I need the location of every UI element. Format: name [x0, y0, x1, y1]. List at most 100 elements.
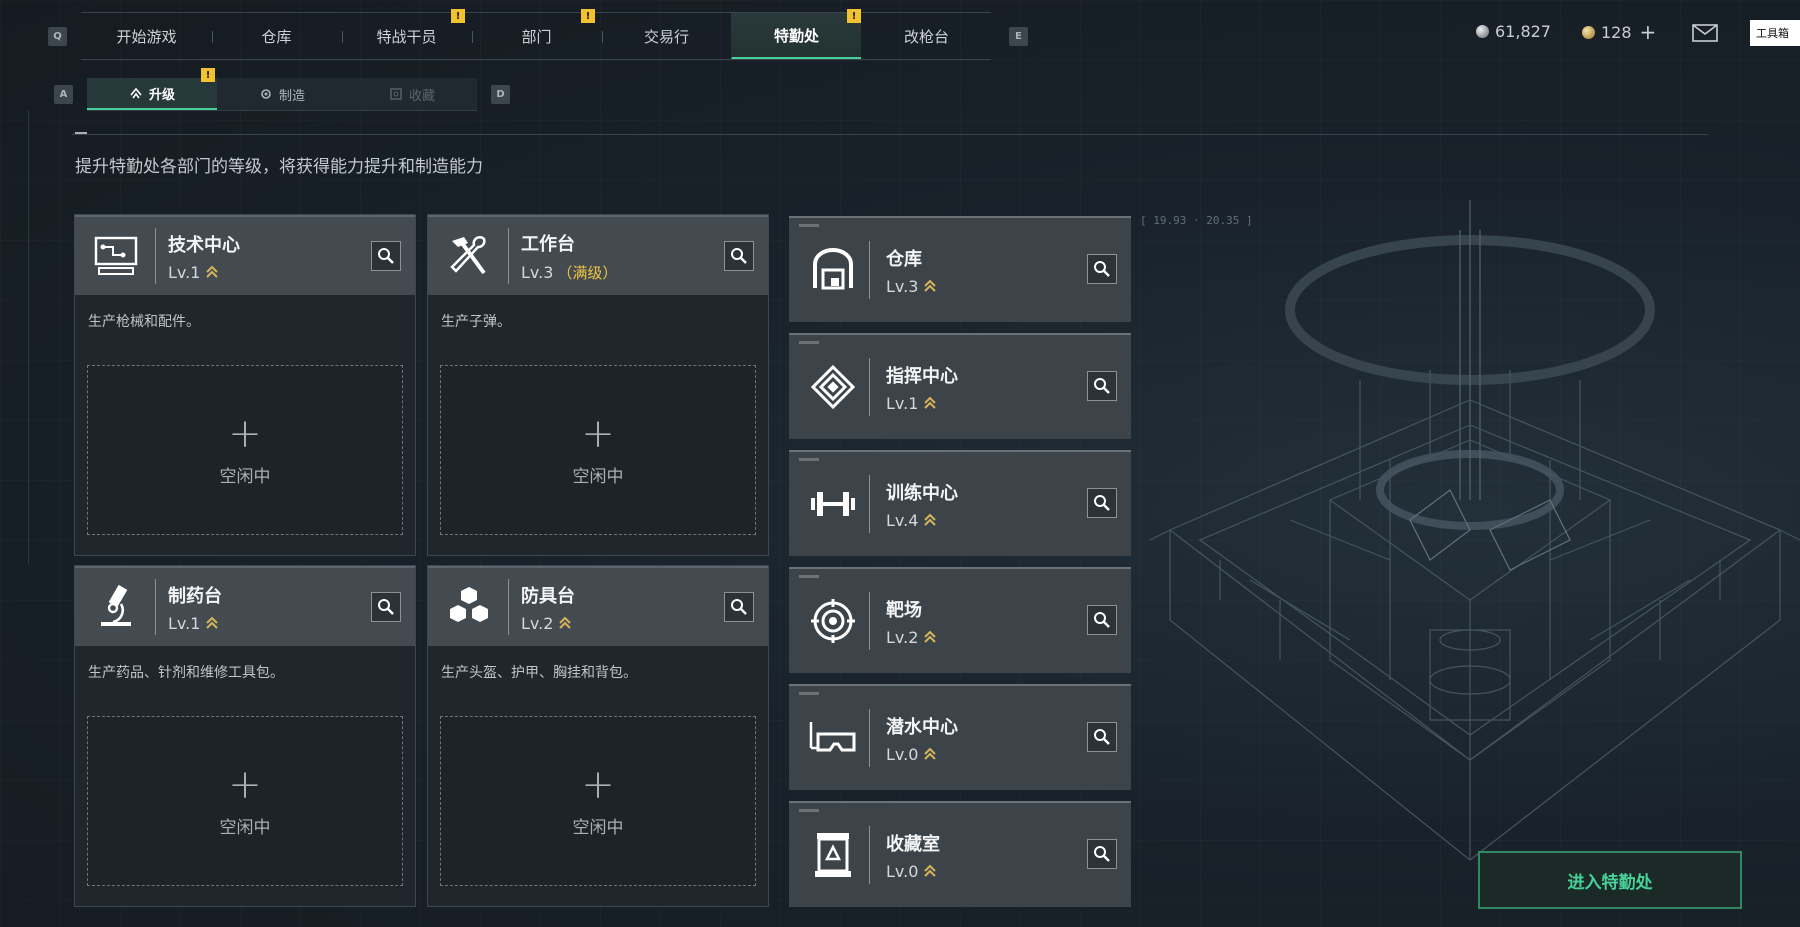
main-tabs: 开始游戏 仓库 特战干员! 部门! 交易行 特勤处! 改枪台	[81, 9, 991, 60]
level-text: Lv.1	[168, 262, 201, 282]
level-text: Lv.3	[521, 262, 554, 282]
card-tag	[799, 692, 819, 695]
department-card-diving[interactable]: 潜水中心 Lv.0	[789, 684, 1131, 790]
subtab-label: 制造	[278, 88, 305, 104]
upgrade-chevron-icon	[924, 513, 937, 526]
tab-warehouse[interactable]: 仓库	[211, 13, 341, 59]
upgrade-chevron-icon	[924, 630, 937, 643]
search-icon	[378, 599, 394, 615]
production-slot[interactable]: + 空闲中	[87, 716, 403, 886]
level-text: Lv.0	[886, 744, 919, 764]
search-button[interactable]	[371, 592, 401, 622]
card-tag	[799, 809, 819, 812]
department-card-command[interactable]: 指挥中心 Lv.1	[789, 333, 1131, 439]
upgrade-chevron-icon	[924, 747, 937, 760]
search-icon	[1094, 261, 1110, 277]
craft-icon	[261, 89, 271, 99]
tab-department[interactable]: 部门!	[471, 9, 601, 59]
department-card-training[interactable]: 训练中心 Lv.4	[789, 450, 1131, 556]
enter-special-ops-button[interactable]: 进入特勤处	[1478, 851, 1742, 909]
tab-label: 特战干员	[376, 27, 437, 46]
facility-level: Lv.3 （满级）	[521, 262, 617, 283]
department-name: 仓库	[886, 248, 922, 270]
tab-start-game[interactable]: 开始游戏	[81, 13, 211, 59]
subtab-label: 收藏	[408, 88, 435, 104]
tool-box[interactable]: 工具箱	[1750, 20, 1800, 46]
silver-amount: 61,827	[1495, 22, 1551, 41]
add-currency-button[interactable]: +	[1640, 22, 1657, 42]
search-icon	[1094, 495, 1110, 511]
card-title-group: 防具台 Lv.2	[521, 582, 575, 633]
search-button[interactable]	[724, 592, 754, 622]
level-text: Lv.0	[886, 861, 919, 881]
department-card-collection-room[interactable]: 收藏室 Lv.0	[789, 801, 1131, 907]
level-text: Lv.1	[168, 613, 201, 633]
header-divider	[72, 132, 1708, 135]
facility-card-armor[interactable]: 防具台 Lv.2 生产头盔、护甲、胸挂和背包。 + 空闲中	[427, 565, 769, 907]
level-text: Lv.1	[886, 393, 919, 413]
card-tag	[799, 575, 819, 578]
tab-label: 开始游戏	[116, 27, 177, 46]
upgrade-chevron-icon	[206, 265, 219, 278]
search-button[interactable]	[724, 241, 754, 271]
department-card-warehouse[interactable]: 仓库 Lv.3	[789, 216, 1131, 322]
department-name: 靶场	[886, 599, 922, 621]
warehouse-icon	[805, 240, 861, 300]
search-button[interactable]	[1087, 254, 1117, 284]
alert-badge: !	[451, 9, 465, 23]
search-icon	[378, 248, 394, 264]
search-button[interactable]	[371, 241, 401, 271]
level-text: Lv.2	[521, 613, 554, 633]
search-button[interactable]	[1087, 839, 1117, 869]
card-header: 技术中心 Lv.1	[75, 215, 415, 295]
search-button[interactable]	[1087, 488, 1117, 518]
alert-badge: !	[201, 68, 215, 82]
facility-name: 防具台	[521, 585, 575, 607]
upgrade-chevron-icon	[924, 279, 937, 292]
card-title-group: 潜水中心 Lv.0	[886, 713, 958, 764]
department-card-shooting-range[interactable]: 靶场 Lv.2	[789, 567, 1131, 673]
separator	[155, 579, 156, 635]
key-hint-q: Q	[48, 26, 67, 46]
production-slot[interactable]: + 空闲中	[440, 716, 756, 886]
gold-amount: 128	[1601, 22, 1632, 42]
production-slot[interactable]: + 空闲中	[87, 365, 403, 535]
search-icon	[731, 599, 747, 615]
facility-desc: 生产子弹。	[441, 314, 511, 330]
search-button[interactable]	[1087, 371, 1117, 401]
facility-card-workbench[interactable]: 工作台 Lv.3 （满级） 生产子弹。 + 空闲中	[427, 214, 769, 556]
card-title-group: 制药台 Lv.1	[168, 582, 222, 633]
plus-icon: +	[228, 410, 262, 457]
facility-desc: 生产枪械和配件。	[88, 314, 200, 330]
card-title-group: 仓库 Lv.3	[886, 245, 937, 296]
separator	[869, 241, 870, 299]
alert-badge: !	[581, 9, 595, 23]
tab-gunsmith[interactable]: 改枪台	[861, 13, 991, 59]
subtab-craft[interactable]: 制造	[217, 78, 347, 110]
art-coords: [ 19.93 · 20.35 ]	[1140, 214, 1253, 227]
dumbbell-icon	[805, 474, 861, 534]
key-hint-d: D	[491, 85, 510, 104]
subtab-upgrade[interactable]: 升级 !	[87, 68, 217, 110]
card-title-group: 训练中心 Lv.4	[886, 479, 958, 530]
tab-special-ops[interactable]: 特勤处!	[731, 9, 861, 59]
upgrade-chevron-icon	[559, 616, 572, 629]
facility-card-tech-center[interactable]: 技术中心 Lv.1 生产枪械和配件。 + 空闲中	[74, 214, 416, 556]
tab-operators[interactable]: 特战干员!	[341, 9, 471, 59]
search-button[interactable]	[1087, 722, 1117, 752]
facility-card-pharmacy[interactable]: 制药台 Lv.1 生产药品、针剂和维修工具包。 + 空闲中	[74, 565, 416, 907]
card-header: 工作台 Lv.3 （满级）	[428, 215, 768, 295]
slot-status: 空闲中	[219, 466, 271, 487]
plus-icon: +	[228, 761, 262, 808]
department-level: Lv.4	[886, 511, 958, 530]
mail-icon[interactable]	[1692, 24, 1718, 42]
search-icon	[1094, 729, 1110, 745]
facility-desc: 生产药品、针剂和维修工具包。	[88, 665, 284, 681]
search-button[interactable]	[1087, 605, 1117, 635]
card-title-group: 指挥中心 Lv.1	[886, 362, 958, 413]
slot-status: 空闲中	[572, 466, 624, 487]
separator	[869, 475, 870, 533]
tab-trading[interactable]: 交易行	[601, 13, 731, 59]
frame-line	[28, 110, 29, 565]
production-slot[interactable]: + 空闲中	[440, 365, 756, 535]
